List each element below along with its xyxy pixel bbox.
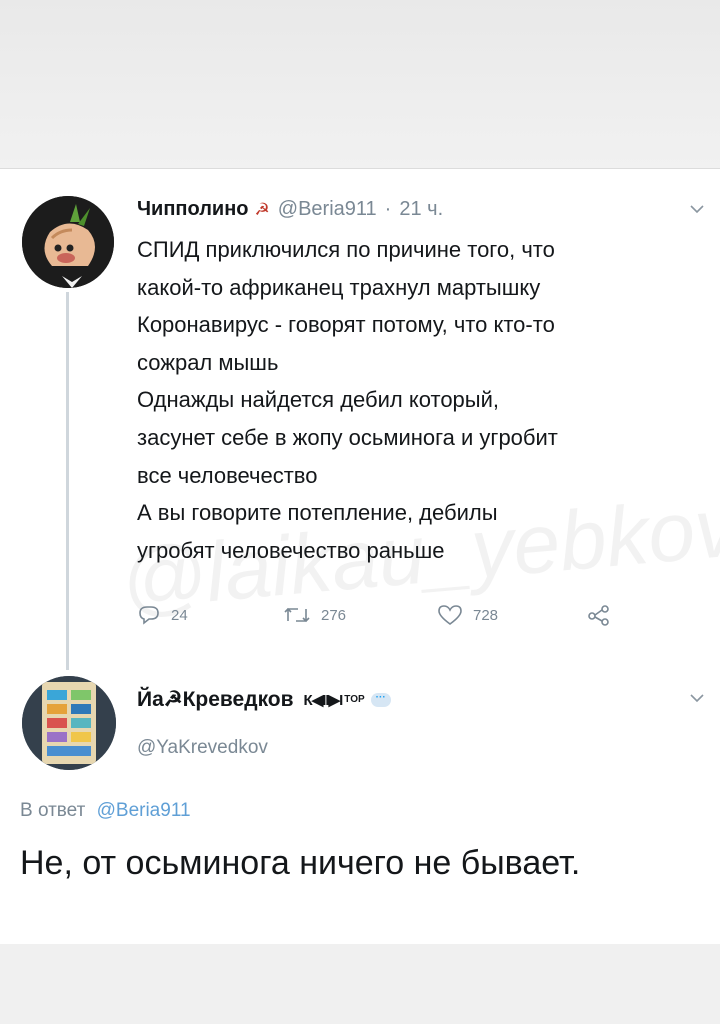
top-blank-area — [0, 0, 720, 169]
share-button[interactable] — [587, 604, 621, 626]
tweet-line: Однажды найдется дебил который, — [137, 387, 500, 413]
reply-icon — [139, 606, 159, 625]
heart-icon — [438, 605, 462, 625]
like-button[interactable]: 728 — [437, 604, 498, 626]
retweet-count: 276 — [321, 606, 347, 624]
chevron-down-icon[interactable] — [690, 201, 704, 219]
author-name[interactable]: Чипполино — [137, 198, 249, 221]
reply-author-name[interactable]: Йа☭Креведков — [137, 687, 294, 712]
reply-author-handle[interactable]: @YaKrevedkov — [137, 737, 268, 759]
top-badge: TOP — [344, 694, 365, 705]
hammer-sickle-icon: ☭ — [254, 199, 270, 219]
in-reply-mention[interactable]: @Beria911 — [97, 800, 191, 821]
retweet-button[interactable]: 276 — [283, 604, 346, 626]
in-reply-to: В ответ @Beria911 — [20, 800, 191, 822]
reply-button[interactable]: 24 — [137, 604, 188, 626]
share-icon — [588, 605, 609, 626]
thread-line — [66, 292, 69, 670]
tweet-line: засунет себе в жопу осьминога и угробит — [137, 424, 558, 450]
tweet-line: угробят человечество раньше — [137, 537, 445, 563]
chevron-down-icon[interactable] — [690, 690, 704, 708]
separator-dot: · — [384, 198, 392, 220]
reply-text: Не, от осьминога ничего не бывает. — [20, 844, 581, 882]
phone-screenshot-avatar[interactable] — [22, 676, 116, 770]
onion-avatar[interactable] — [22, 196, 114, 288]
tweet-text: СПИД приключился по причине того, что ка… — [137, 231, 702, 569]
tweet-time[interactable]: 21 ч. — [399, 198, 443, 221]
tweet-line: все человечество — [137, 462, 318, 488]
reply-name-suffix: К◀II▶I — [303, 691, 344, 709]
tweet-line: сожрал мышь — [137, 349, 279, 375]
screenshot-frame: @laikau_yebkov Чипполино ☭ @Beria911 · 2… — [0, 0, 720, 1024]
bottom-blank-area — [0, 944, 720, 1024]
tweet-header: Чипполино ☭ @Beria911 · 21 ч. — [137, 198, 443, 221]
reply-count: 24 — [171, 606, 188, 624]
tweet-line: какой-то африканец трахнул мартышку — [137, 274, 541, 300]
tweet-actions: 24 276 728 — [137, 604, 637, 634]
retweet-icon — [284, 607, 310, 623]
tweet-line: СПИД приключился по причине того, что — [137, 237, 555, 262]
tweet-line: Коронавирус - говорят потому, что кто-то — [137, 312, 555, 338]
reply-author-name-row: Йа☭Креведков К◀II▶I TOP ··· — [137, 687, 391, 712]
tweet-line: А вы говорите потепление, дебилы — [137, 500, 498, 526]
author-handle[interactable]: @Beria911 — [278, 198, 377, 221]
speech-bubble-icon: ··· — [370, 692, 391, 707]
like-count: 728 — [473, 606, 499, 624]
in-reply-label: В ответ — [20, 800, 86, 821]
